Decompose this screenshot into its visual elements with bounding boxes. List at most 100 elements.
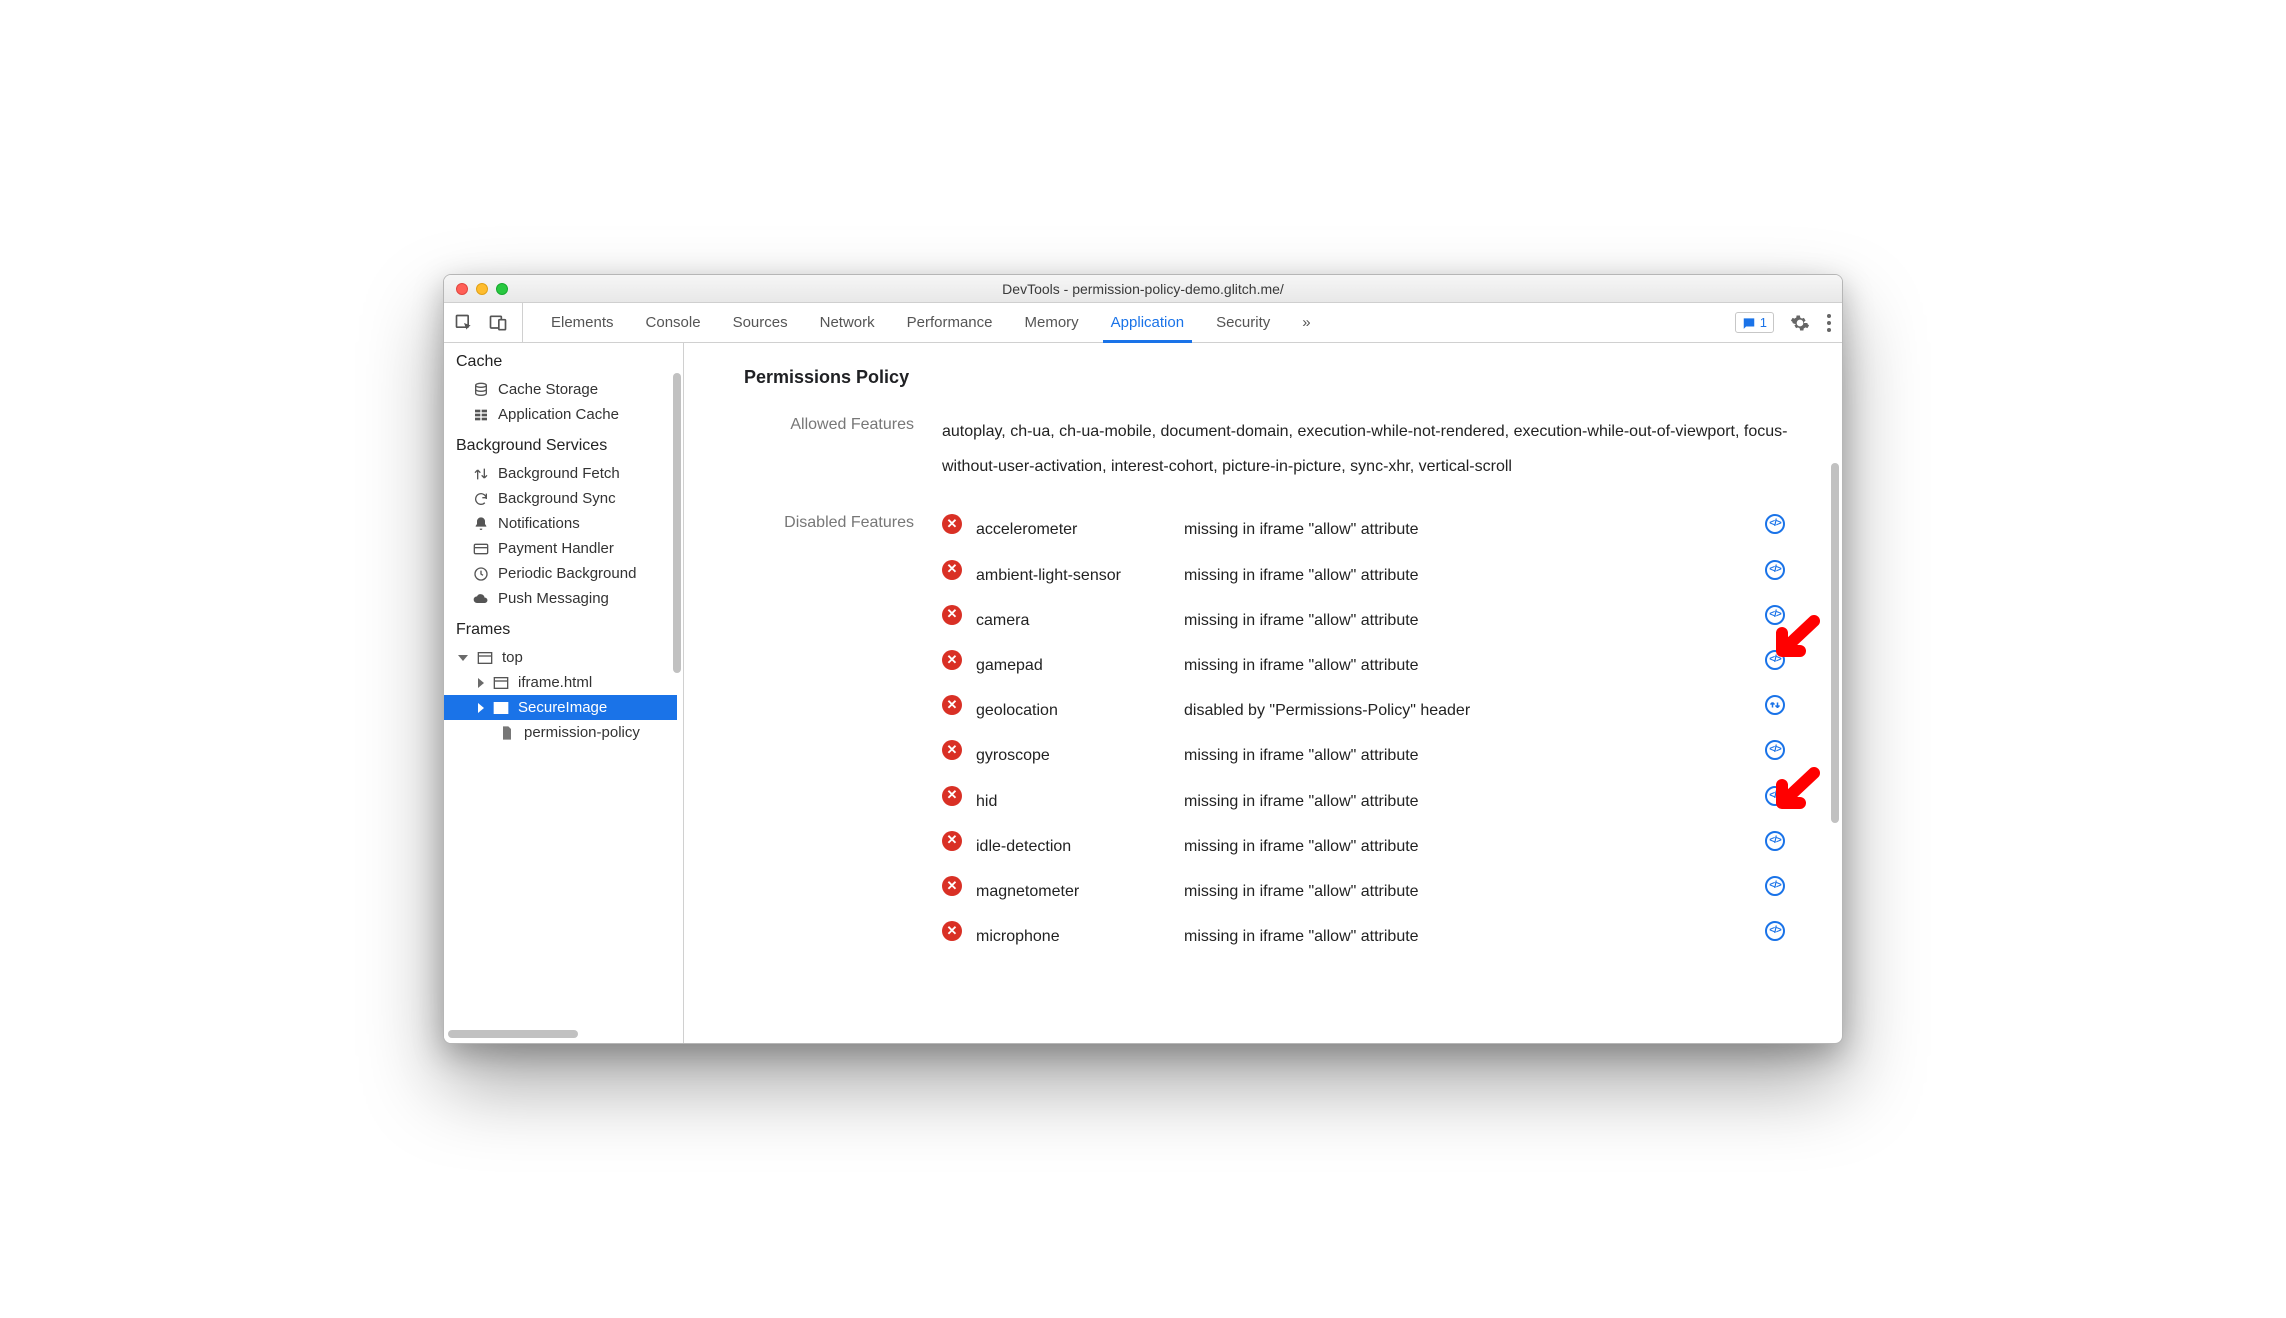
feature-reason: missing in iframe "allow" attribute [1184, 738, 1750, 773]
feature-reason: missing in iframe "allow" attribute [1184, 512, 1750, 547]
chevron-right-icon [478, 678, 484, 688]
feature-name: magnetometer [976, 874, 1176, 909]
issues-button[interactable]: 1 [1735, 312, 1774, 333]
error-icon: ✕ [942, 740, 962, 760]
updown-arrows-icon [472, 467, 490, 481]
reveal-in-elements-icon[interactable]: </> [1758, 874, 1792, 896]
error-icon: ✕ [942, 650, 962, 670]
reveal-in-elements-icon[interactable]: </> [1758, 919, 1792, 941]
document-icon [498, 726, 516, 740]
disabled-feature-row: ✕cameramissing in iframe "allow" attribu… [942, 603, 1792, 638]
window-title: DevTools - permission-policy-demo.glitch… [444, 281, 1842, 297]
sidebar-horizontal-scrollbar[interactable] [448, 1029, 665, 1039]
error-icon: ✕ [942, 695, 962, 715]
sidebar-item-payment-handler[interactable]: Payment Handler [444, 536, 677, 561]
sidebar-item-periodic-background[interactable]: Periodic Background [444, 561, 677, 586]
feature-name: accelerometer [976, 512, 1176, 547]
tab-console[interactable]: Console [630, 303, 717, 342]
frame-top[interactable]: top [444, 645, 677, 670]
devtools-window: DevTools - permission-policy-demo.glitch… [443, 274, 1843, 1044]
grid-icon [472, 408, 490, 422]
frame-permission-policy[interactable]: permission-policy [444, 720, 677, 745]
frame-icon [476, 651, 494, 665]
tabs-overflow-icon[interactable]: » [1286, 303, 1326, 342]
frame-secureimage[interactable]: SecureImage [444, 695, 677, 720]
settings-icon[interactable] [1790, 313, 1810, 333]
disabled-feature-row: ✕ magnetometermissing in iframe "allow" a… [942, 874, 1792, 909]
frame-icon [492, 701, 510, 715]
disabled-feature-row: ✕ ambient-light-sensormissing in iframe "… [942, 558, 1792, 593]
sidebar-item-application-cache[interactable]: Application Cache [444, 402, 677, 427]
reveal-in-elements-icon[interactable]: </> [1758, 784, 1792, 806]
feature-reason: missing in iframe "allow" attribute [1184, 784, 1750, 819]
sync-icon [472, 492, 490, 506]
error-icon: ✕ [942, 786, 962, 806]
panel-title: Permissions Policy [744, 367, 1792, 388]
sidebar-item-notifications[interactable]: Notifications [444, 511, 677, 536]
database-icon [472, 383, 490, 397]
sidebar-item-cache-storage[interactable]: Cache Storage [444, 377, 677, 402]
sidebar-section-background-services: Background Services [444, 427, 677, 461]
allowed-label: Allowed Features [744, 414, 914, 484]
sidebar-item-background-sync[interactable]: Background Sync [444, 486, 677, 511]
disabled-feature-row: ✕microphonemissing in iframe "allow" att… [942, 919, 1792, 954]
application-sidebar: Cache Cache Storage Application Cache [444, 343, 684, 1043]
disabled-feature-row: ✕gyroscopemissing in iframe "allow" attr… [942, 738, 1792, 773]
issues-count: 1 [1760, 315, 1767, 330]
feature-reason: disabled by "Permissions-Policy" header [1184, 693, 1750, 728]
error-icon: ✕ [942, 605, 962, 625]
tab-memory[interactable]: Memory [1009, 303, 1095, 342]
sidebar-vertical-scrollbar[interactable] [671, 343, 683, 1025]
chevron-down-icon [458, 655, 468, 661]
bell-icon [472, 517, 490, 531]
clock-icon [472, 567, 490, 581]
reveal-in-elements-icon[interactable]: </> [1758, 738, 1792, 760]
more-icon[interactable] [1826, 313, 1832, 333]
feature-name: microphone [976, 919, 1176, 954]
feature-reason: missing in iframe "allow" attribute [1184, 558, 1750, 593]
error-icon: ✕ [942, 876, 962, 896]
devtools-tabs: Elements Console Sources Network Perform… [535, 303, 1327, 342]
feature-reason: missing in iframe "allow" attribute [1184, 648, 1750, 683]
feature-reason: missing in iframe "allow" attribute [1184, 874, 1750, 909]
feature-reason: missing in iframe "allow" attribute [1184, 919, 1750, 954]
devtools-toolbar: Elements Console Sources Network Perform… [444, 303, 1842, 343]
feature-reason: missing in iframe "allow" attribute [1184, 829, 1750, 864]
main-vertical-scrollbar[interactable] [1828, 343, 1842, 1043]
tab-network[interactable]: Network [804, 303, 891, 342]
error-icon: ✕ [942, 514, 962, 534]
tab-security[interactable]: Security [1200, 303, 1286, 342]
disabled-feature-row: ✕ geolocationdisabled by "Permissions-Pol… [942, 693, 1792, 728]
feature-name: idle-detection [976, 829, 1176, 864]
feature-name: gamepad [976, 648, 1176, 683]
inspect-icon[interactable] [454, 313, 474, 333]
disabled-feature-row: ✕ accelerometermissing in iframe "allow" … [942, 512, 1792, 547]
reveal-in-elements-icon[interactable]: </> [1758, 603, 1792, 625]
sidebar-item-push-messaging[interactable]: Push Messaging [444, 586, 677, 611]
cloud-icon [472, 592, 490, 606]
frame-details-panel: Permissions Policy Allowed Features auto… [684, 343, 1842, 1043]
device-toolbar-icon[interactable] [488, 313, 508, 333]
window-titlebar: DevTools - permission-policy-demo.glitch… [444, 275, 1842, 303]
disabled-feature-row: ✕ hidmissing in iframe "allow" attribute <… [942, 784, 1792, 819]
reveal-in-network-icon[interactable] [1758, 693, 1792, 715]
feature-name: hid [976, 784, 1176, 819]
chevron-right-icon [478, 703, 484, 713]
reveal-in-elements-icon[interactable]: </> [1758, 829, 1792, 851]
reveal-in-elements-icon[interactable]: </> [1758, 512, 1792, 534]
credit-card-icon [472, 542, 490, 556]
reveal-in-elements-icon[interactable]: </> [1758, 648, 1792, 670]
tab-performance[interactable]: Performance [891, 303, 1009, 342]
feature-name: geolocation [976, 693, 1176, 728]
error-icon: ✕ [942, 560, 962, 580]
tab-sources[interactable]: Sources [717, 303, 804, 342]
disabled-feature-row: ✕idle-detectionmissing in iframe "allow"… [942, 829, 1792, 864]
feature-name: ambient-light-sensor [976, 558, 1176, 593]
disabled-label: Disabled Features [744, 512, 914, 954]
tab-elements[interactable]: Elements [535, 303, 630, 342]
reveal-in-elements-icon[interactable]: </> [1758, 558, 1792, 580]
disabled-features-list: ✕accelerometermissing in iframe "allow" … [942, 512, 1792, 954]
frame-iframe-html[interactable]: iframe.html [444, 670, 677, 695]
sidebar-item-background-fetch[interactable]: Background Fetch [444, 461, 677, 486]
tab-application[interactable]: Application [1095, 303, 1200, 342]
